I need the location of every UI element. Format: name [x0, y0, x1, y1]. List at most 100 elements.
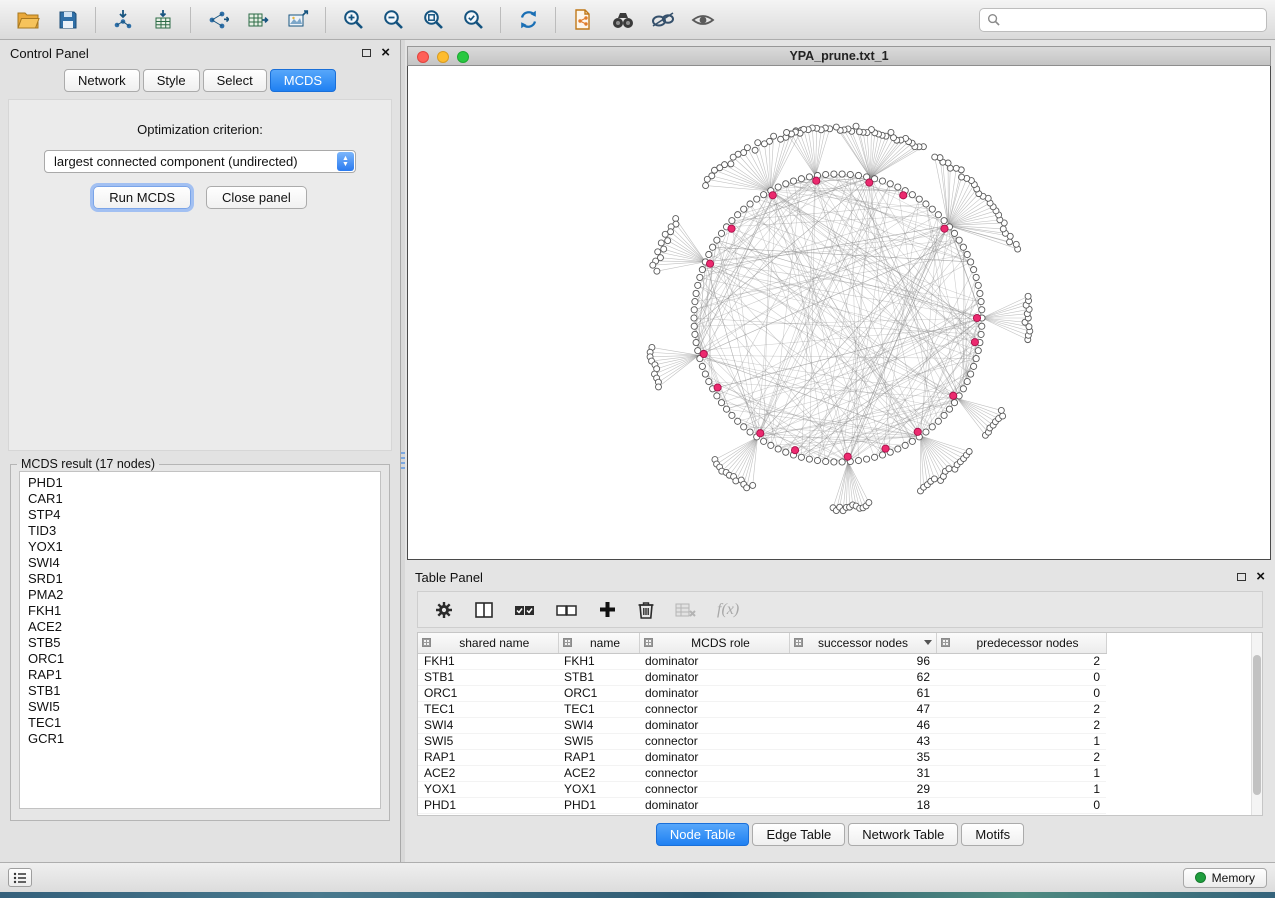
mcds-result-list[interactable]: PHD1CAR1STP4TID3YOX1SWI4SRD1PMA2FKH1ACE2… [19, 471, 381, 809]
table-cell: 2 [936, 653, 1106, 669]
column-header-name[interactable]: name [558, 633, 639, 653]
table-row[interactable]: FKH1FKH1dominator962 [418, 653, 1106, 669]
import-table-button[interactable] [143, 4, 183, 36]
zoom-out-button[interactable] [373, 4, 413, 36]
select-all-icon [514, 601, 536, 619]
trash-icon [637, 600, 655, 620]
select-all-button[interactable] [514, 601, 536, 619]
tab-network-table[interactable]: Network Table [848, 823, 958, 846]
tab-mcds[interactable]: MCDS [270, 69, 336, 92]
export-image-button[interactable] [278, 4, 318, 36]
run-mcds-button[interactable]: Run MCDS [93, 186, 191, 209]
list-icon [13, 872, 27, 884]
import-network-button[interactable] [103, 4, 143, 36]
table-row[interactable]: ORC1ORC1dominator610 [418, 685, 1106, 701]
table-cell: SWI4 [418, 717, 558, 733]
column-header-MCDS-role[interactable]: MCDS role [639, 633, 789, 653]
float-table-panel-icon[interactable] [1237, 573, 1246, 581]
result-node: YOX1 [28, 539, 372, 555]
table-cell: 0 [936, 685, 1106, 701]
zoom-in-button[interactable] [333, 4, 373, 36]
table-row[interactable]: SWI5SWI5connector431 [418, 733, 1106, 749]
graphics-details-button[interactable] [643, 4, 683, 36]
result-node: FKH1 [28, 603, 372, 619]
show-hide-icon [690, 10, 716, 30]
table-row[interactable]: YOX1YOX1connector291 [418, 781, 1106, 797]
share-document-button[interactable] [563, 4, 603, 36]
search-input[interactable] [1005, 12, 1259, 28]
gear-icon [434, 600, 454, 620]
memory-label: Memory [1212, 871, 1255, 885]
table-row[interactable]: TEC1TEC1connector472 [418, 701, 1106, 717]
find-button[interactable] [603, 4, 643, 36]
tab-edge-table[interactable]: Edge Table [752, 823, 845, 846]
search-box[interactable] [979, 8, 1267, 32]
panel-menu-button[interactable] [8, 868, 32, 887]
table-settings-button[interactable] [434, 600, 454, 620]
zoom-fit-button[interactable] [413, 4, 453, 36]
optimization-select[interactable]: largest connected component (undirected)… [44, 150, 356, 173]
tab-network[interactable]: Network [64, 69, 140, 92]
table-scrollbar[interactable] [1251, 633, 1262, 815]
tab-motifs[interactable]: Motifs [961, 823, 1024, 846]
toolbar-separator [95, 7, 96, 33]
table-row[interactable]: ACE2ACE2connector311 [418, 765, 1106, 781]
column-header-predecessor-nodes[interactable]: predecessor nodes [936, 633, 1106, 653]
column-header-successor-nodes[interactable]: successor nodes [789, 633, 936, 653]
table-cell: 61 [789, 685, 936, 701]
close-table-panel-icon[interactable]: × [1256, 572, 1265, 582]
column-type-icon [563, 638, 572, 647]
vertical-splitter[interactable] [401, 40, 405, 862]
table-cell: PHD1 [418, 797, 558, 813]
network-titlebar: YPA_prune.txt_1 [407, 46, 1271, 66]
table-row[interactable]: PHD1PHD1dominator180 [418, 797, 1106, 813]
table-row[interactable]: RAP1RAP1dominator352 [418, 749, 1106, 765]
table-row[interactable]: SWI4SWI4dominator462 [418, 717, 1106, 733]
network-canvas[interactable] [407, 66, 1271, 560]
refresh-layout-button[interactable] [508, 4, 548, 36]
table-cell: 31 [789, 765, 936, 781]
delete-table-icon [675, 601, 697, 619]
deselect-all-icon [556, 601, 578, 619]
tab-select[interactable]: Select [203, 69, 267, 92]
tab-node-table[interactable]: Node Table [656, 823, 750, 846]
save-session-button[interactable] [48, 4, 88, 36]
open-session-button[interactable] [8, 4, 48, 36]
memory-button[interactable]: Memory [1183, 868, 1267, 888]
find-icon [610, 10, 636, 30]
zoom-selected-button[interactable] [453, 4, 493, 36]
table-cell: 1 [936, 781, 1106, 797]
window-close-icon[interactable] [417, 51, 429, 63]
delete-column-button[interactable] [637, 600, 655, 620]
splitter-handle-icon[interactable] [401, 452, 405, 472]
table-cell: FKH1 [418, 653, 558, 669]
column-type-icon [941, 638, 950, 647]
table-cell: 1 [936, 733, 1106, 749]
column-header-shared-name[interactable]: shared name [418, 633, 558, 653]
add-column-button[interactable] [598, 600, 617, 619]
scrollbar-thumb[interactable] [1253, 655, 1261, 795]
export-network-button[interactable] [198, 4, 238, 36]
table-cell: connector [639, 781, 789, 797]
table-cell: YOX1 [558, 781, 639, 797]
network-graph[interactable] [408, 66, 1270, 558]
export-table-button[interactable] [238, 4, 278, 36]
float-panel-icon[interactable] [362, 49, 371, 57]
export-network-icon [207, 9, 229, 31]
table-cell: 29 [789, 781, 936, 797]
table-cell: ORC1 [558, 685, 639, 701]
deselect-all-button[interactable] [556, 601, 578, 619]
result-node: PHD1 [28, 475, 372, 491]
table-cell: TEC1 [418, 701, 558, 717]
close-panel-button[interactable]: Close panel [206, 186, 307, 209]
close-panel-icon[interactable]: × [381, 48, 390, 58]
window-maximize-icon[interactable] [457, 51, 469, 63]
show-hide-button[interactable] [683, 4, 723, 36]
tab-style[interactable]: Style [143, 69, 200, 92]
window-minimize-icon[interactable] [437, 51, 449, 63]
table-cell: 0 [936, 669, 1106, 685]
result-node: SRD1 [28, 571, 372, 587]
table-row[interactable]: STB1STB1dominator620 [418, 669, 1106, 685]
column-visibility-button[interactable] [474, 601, 494, 619]
application-window: Control Panel × NetworkStyleSelectMCDS O… [0, 0, 1275, 898]
